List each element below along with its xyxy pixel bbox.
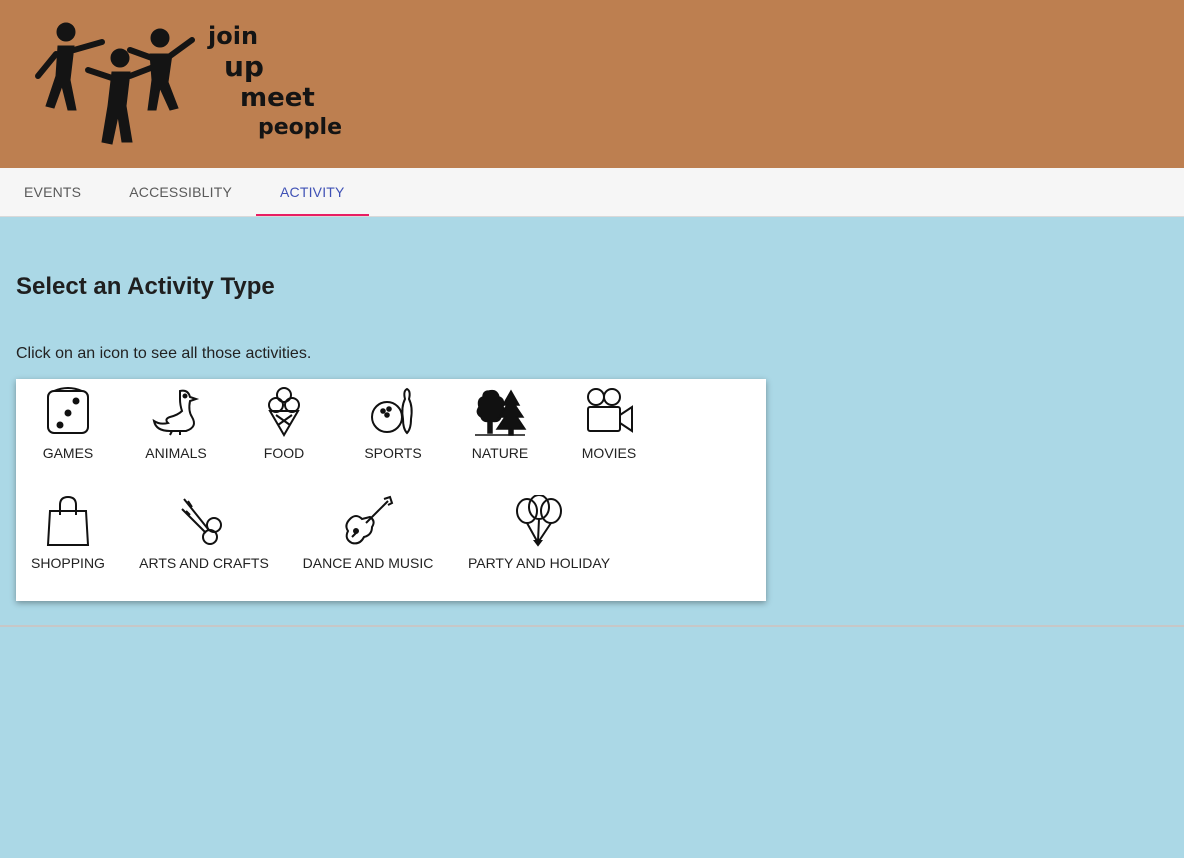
duck-icon (152, 389, 200, 436)
join-up-meet-people-logo[interactable]: join up meet people (28, 10, 348, 150)
activity-label: SPORTS (364, 445, 422, 461)
svg-text:meet: meet (240, 83, 315, 113)
guitar-icon (345, 495, 394, 545)
instructions-text: Click on an icon to see all those activi… (16, 345, 312, 362)
activity-grid: GAMES ANIMALS FOOD SPORTS NATURE MOVIES … (16, 379, 766, 601)
activity-label: PARTY AND HOLIDAY (467, 555, 611, 571)
activity-party-and-holiday[interactable]: PARTY AND HOLIDAY (464, 495, 614, 571)
page-title: Select an Activity Type (16, 273, 275, 300)
content-divider (0, 625, 1184, 627)
activity-nature[interactable]: NATURE (468, 385, 532, 461)
balloons-icon (516, 495, 562, 547)
activity-label: SHOPPING (31, 555, 105, 571)
activity-label: ANIMALS (145, 445, 207, 461)
main-tabs: EVENTS ACCESSIBLITY ACTIVITY (0, 168, 1184, 217)
logo-word-up: up (224, 50, 264, 83)
people-figures-icon (35, 22, 195, 145)
site-header: join up meet people (0, 0, 1184, 168)
activity-label: FOOD (263, 445, 305, 461)
bowling-icon (371, 387, 413, 435)
tab-events[interactable]: EVENTS (0, 168, 105, 216)
logo-word-meet: meet (240, 83, 315, 113)
trees-icon (475, 389, 527, 436)
shopping-bag-icon (46, 495, 90, 546)
svg-text:up: up (224, 50, 264, 83)
activity-arts-and-crafts[interactable]: ARTS AND CRAFTS (136, 495, 272, 571)
activity-dance-and-music[interactable]: DANCE AND MUSIC (300, 495, 436, 571)
activity-games[interactable]: GAMES (34, 385, 102, 461)
activity-label: NATURE (471, 445, 529, 461)
logo-word-join: join (207, 22, 258, 50)
activity-food[interactable]: FOOD (254, 385, 314, 461)
activity-movies[interactable]: MOVIES (576, 385, 642, 461)
ice-cream-icon (268, 387, 300, 437)
activity-shopping[interactable]: SHOPPING (28, 495, 108, 571)
tab-activity[interactable]: ACTIVITY (255, 168, 369, 216)
activity-label: MOVIES (581, 445, 637, 461)
svg-text:join: join (207, 22, 258, 50)
svg-text:people: people (258, 115, 342, 140)
activity-label: DANCE AND MUSIC (302, 555, 434, 571)
activity-sports[interactable]: SPORTS (362, 385, 424, 461)
scissors-icon (181, 498, 222, 545)
movie-camera-icon (587, 388, 633, 433)
activity-label: GAMES (42, 445, 94, 461)
tab-accessibility[interactable]: ACCESSIBLITY (105, 168, 256, 216)
dice-icon (47, 387, 89, 434)
activity-animals[interactable]: ANIMALS (138, 385, 214, 461)
activity-label: ARTS AND CRAFTS (139, 555, 269, 571)
logo-word-people: people (258, 115, 342, 140)
